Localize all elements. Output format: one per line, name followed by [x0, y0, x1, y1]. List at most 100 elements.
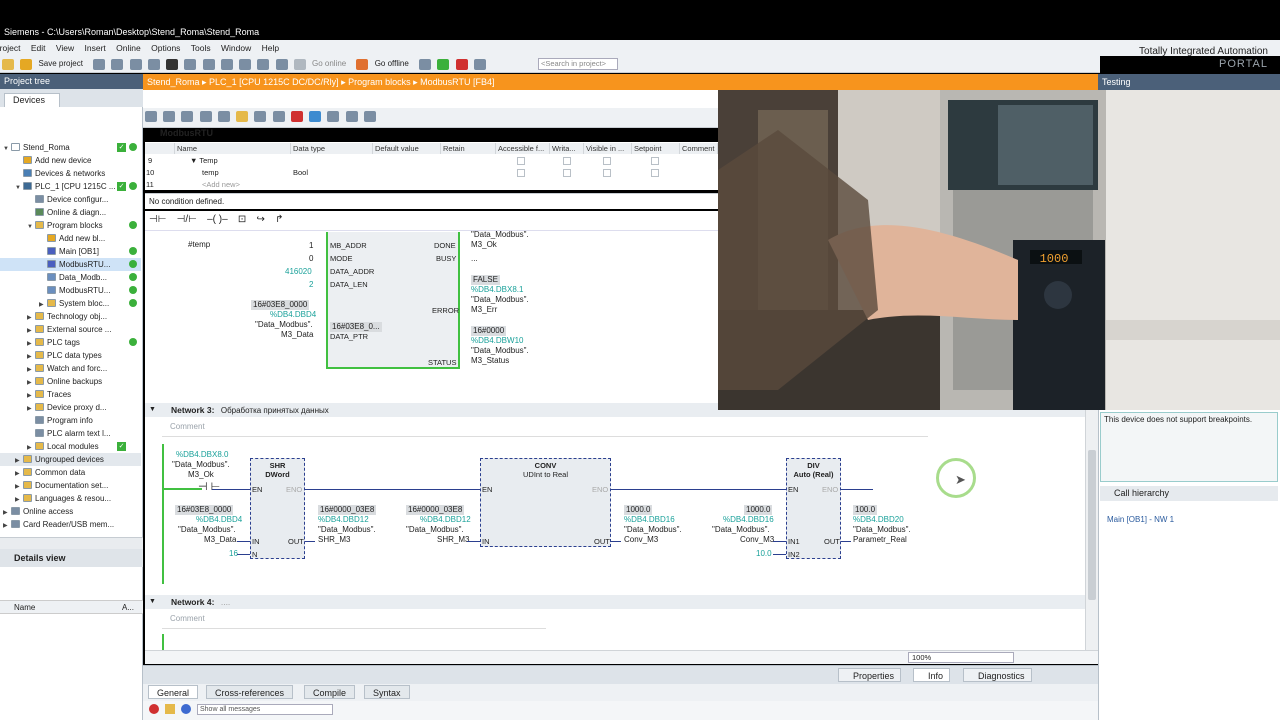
tree-item[interactable]: ▶ Documentation set...	[0, 479, 141, 492]
iface-row-name[interactable]: ▼ Temp	[190, 155, 218, 167]
close-all-networks-icon[interactable]	[272, 111, 285, 122]
tab-properties[interactable]: Properties	[838, 668, 902, 682]
load-snapshot-icon[interactable]	[363, 111, 376, 122]
writable-checkbox[interactable]	[563, 169, 571, 177]
menu-window[interactable]: Window	[221, 43, 251, 53]
tree-item[interactable]: ModbusRTU...	[0, 284, 141, 297]
scroll-thumb[interactable]	[1088, 450, 1096, 600]
go-to-error-icon[interactable]	[290, 111, 303, 122]
tree-expand-icon[interactable]: ▼	[3, 143, 11, 154]
shr-type[interactable]: DWord	[251, 470, 304, 479]
tab-general[interactable]: General	[148, 685, 199, 699]
cut-icon[interactable]	[111, 59, 124, 70]
search-in-project-input[interactable]: <Search in project>	[538, 58, 618, 70]
monitor-on-off-icon[interactable]	[309, 111, 322, 122]
visible-checkbox[interactable]	[603, 169, 611, 177]
tree-item[interactable]: Add new bl...	[0, 232, 141, 245]
tab-devices[interactable]: Devices	[4, 93, 60, 107]
print-icon[interactable]	[93, 59, 106, 70]
tree-expand-icon[interactable]: ▶	[15, 468, 23, 479]
project-tree-hscrollbar[interactable]	[0, 537, 143, 549]
tree-expand-icon[interactable]: ▶	[27, 403, 35, 414]
upload-icon[interactable]	[257, 59, 270, 70]
tree-item[interactable]: ▶ System bloc...	[0, 297, 141, 310]
tree-item[interactable]: ModbusRTU...	[0, 258, 141, 271]
div-type[interactable]: Auto (Real)	[787, 470, 840, 479]
delete-network-icon[interactable]	[163, 111, 176, 122]
tree-item[interactable]: ▶ Watch and forc...	[0, 362, 141, 375]
insert-network-icon[interactable]	[145, 111, 157, 122]
conv-type[interactable]: UDInt to Real	[481, 470, 610, 479]
block-snapshot-icon[interactable]	[345, 111, 358, 122]
menu-edit[interactable]: Edit	[31, 43, 46, 53]
tree-item[interactable]: ▶ Technology obj...	[0, 310, 141, 323]
tree-expand-icon[interactable]: ▶	[27, 325, 35, 336]
details-view-header[interactable]: Details view	[0, 549, 143, 567]
writable-checkbox[interactable]	[563, 157, 571, 165]
tree-expand-icon[interactable]: ▶	[27, 364, 35, 375]
tab-cross-references[interactable]: Cross-references	[206, 685, 294, 699]
editor-vscrollbar[interactable]	[1085, 410, 1098, 663]
tree-item[interactable]: ▶ PLC data types	[0, 349, 141, 362]
open-all-networks-icon[interactable]	[254, 111, 267, 122]
iface-row-name[interactable]: temp	[202, 167, 219, 179]
menu-insert[interactable]: Insert	[85, 43, 106, 53]
tree-expand-icon[interactable]: ▶	[27, 442, 35, 453]
visible-checkbox[interactable]	[603, 157, 611, 165]
tree-item[interactable]: Main [OB1]	[0, 245, 141, 258]
tree-item[interactable]: Device configur...	[0, 193, 141, 206]
tree-item[interactable]: Program info	[0, 414, 141, 427]
tree-item[interactable]: ▶ PLC tags	[0, 336, 141, 349]
network-4-comment[interactable]: Comment	[170, 614, 205, 623]
tree-item[interactable]: ▶ Traces	[0, 388, 141, 401]
tree-item[interactable]: ▶ Languages & resou...	[0, 492, 141, 505]
tree-expand-icon[interactable]: ▶	[27, 390, 35, 401]
tree-expand-icon[interactable]: ▶	[27, 351, 35, 362]
menu-options[interactable]: Options	[151, 43, 180, 53]
zoom-select[interactable]: 100%	[908, 652, 1014, 663]
menu-view[interactable]: View	[56, 43, 74, 53]
tree-item[interactable]: ▶ Local modules ✓	[0, 440, 141, 453]
tree-item[interactable]: ▶ Ungrouped devices	[0, 453, 141, 466]
tree-expand-icon[interactable]: ▶	[3, 520, 11, 531]
start-cpu-icon[interactable]	[437, 59, 450, 70]
accessible-checkbox[interactable]	[517, 169, 525, 177]
add-row-icon[interactable]	[199, 111, 212, 122]
open-project-icon[interactable]	[20, 59, 33, 70]
tree-expand-icon[interactable]: ▼	[27, 221, 35, 232]
collapse-network-3-icon[interactable]: ▼	[149, 403, 156, 417]
no-contact-icon[interactable]: ⊣⊢	[149, 214, 166, 225]
coil-icon[interactable]: –( )–	[207, 214, 228, 225]
show-favorites-icon[interactable]	[236, 111, 249, 122]
menu-online[interactable]: Online	[116, 43, 141, 53]
new-project-icon[interactable]	[2, 59, 14, 70]
open-branch-icon[interactable]: ↪	[257, 214, 265, 225]
mb-master-block[interactable]	[328, 232, 458, 367]
tree-item[interactable]: Online & diagn...	[0, 206, 141, 219]
tree-expand-icon[interactable]: ▶	[27, 338, 35, 349]
empty-box-icon[interactable]: ⊡	[238, 214, 246, 225]
accessible-devices-icon[interactable]	[419, 59, 432, 70]
tab-syntax[interactable]: Syntax	[364, 685, 410, 699]
iface-row-add-new[interactable]: <Add new>	[202, 179, 240, 191]
delete-icon[interactable]	[166, 59, 179, 70]
setpoint-checkbox[interactable]	[651, 157, 659, 165]
warnings-filter-icon[interactable]	[165, 704, 175, 714]
tree-item[interactable]: Data_Modb...	[0, 271, 141, 284]
toggle-absolute-icon[interactable]	[217, 111, 230, 122]
tree-item[interactable]: ▶ Online access	[0, 505, 141, 518]
split-editor-icon[interactable]	[473, 59, 486, 70]
tree-expand-icon[interactable]: ▶	[39, 299, 47, 310]
tree-item[interactable]: ▼ Program blocks	[0, 219, 141, 232]
tree-item[interactable]: ▼ PLC_1 [CPU 1215C ... ✓	[0, 180, 141, 193]
go-offline-button[interactable]: Go offline	[375, 59, 409, 68]
tree-expand-icon[interactable]: ▶	[15, 481, 23, 492]
download-icon[interactable]	[239, 59, 252, 70]
insert-row-icon[interactable]	[181, 111, 194, 122]
tree-item[interactable]: ▶ External source ...	[0, 323, 141, 336]
nc-contact-icon[interactable]: ⊣/⊢	[177, 214, 197, 225]
menu-project[interactable]: Project	[0, 43, 20, 53]
tree-expand-icon[interactable]: ▶	[27, 312, 35, 323]
close-branch-icon[interactable]: ↱	[275, 214, 283, 225]
collapse-network-4-icon[interactable]: ▼	[149, 595, 156, 609]
